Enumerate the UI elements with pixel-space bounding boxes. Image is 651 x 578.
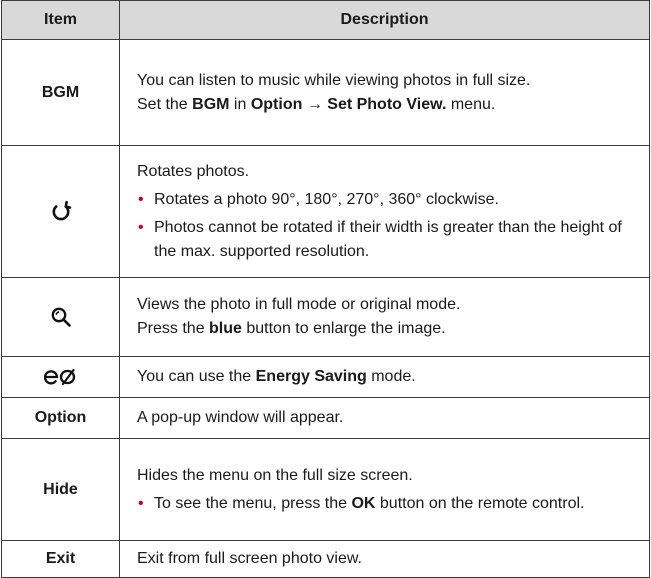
text: in — [229, 95, 251, 113]
text: You can use the — [137, 368, 256, 385]
item-cell-bgm: BGM — [1, 39, 120, 146]
description-line: Press the blue button to enlarge the ima… — [137, 317, 639, 341]
bold-text: blue — [209, 320, 242, 337]
item-cell-energy-saving — [1, 356, 120, 398]
description-cell-zoom: Views the photo in full mode or original… — [119, 277, 650, 357]
bold-text: Option — [250, 95, 303, 113]
description-cell-energy-saving: You can use the Energy Saving mode. — [119, 356, 650, 398]
bold-text: Set Photo View. — [327, 95, 447, 113]
table-row-rotate: Rotates photos. Rotates a photo 90°, 180… — [1, 145, 650, 278]
description-cell-rotate: Rotates photos. Rotates a photo 90°, 180… — [119, 145, 650, 278]
table-row-zoom: Views the photo in full mode or original… — [1, 277, 650, 357]
description-line: Rotates photos. — [137, 162, 250, 180]
description-line: A pop-up window will appear. — [137, 409, 344, 426]
table-row-bgm: BGM You can listen to music while viewin… — [1, 39, 650, 146]
rotate-icon — [52, 201, 71, 221]
bullet-item: Photos cannot be rotated if their width … — [137, 216, 639, 264]
bold-text: OK — [351, 494, 376, 512]
description-cell-exit: Exit from full screen photo view. — [119, 540, 650, 578]
text: mode. — [366, 368, 416, 385]
zoom-icon — [51, 307, 71, 327]
item-cell-rotate — [1, 145, 120, 278]
text: menu. — [446, 95, 496, 113]
table-header-row: Item Description — [1, 0, 650, 40]
description-cell-bgm: You can listen to music while viewing ph… — [119, 39, 650, 146]
bullet-item: To see the menu, press the OK button on … — [137, 492, 639, 516]
item-cell-zoom — [1, 277, 120, 357]
table-row-energy-saving: You can use the Energy Saving mode. — [1, 356, 650, 398]
description-line: Views the photo in full mode or original… — [137, 296, 461, 313]
description-line: Hides the menu on the full size screen. — [137, 466, 413, 484]
description-line: You can use the Energy Saving mode. — [137, 365, 639, 389]
description-line: Set the BGM in Option → Set Photo View. … — [137, 93, 639, 117]
item-cell-exit: Exit — [1, 540, 120, 578]
description-column-header: Description — [119, 0, 650, 40]
text: Set the — [137, 95, 193, 113]
description-cell-option: A pop-up window will appear. — [119, 397, 650, 439]
bold-text: Energy Saving — [255, 368, 367, 385]
text: Press the — [137, 320, 210, 337]
item-column-header: Item — [1, 0, 120, 40]
table-row-exit: Exit Exit from full screen photo view. — [1, 540, 650, 578]
bullet-item: Rotates a photo 90°, 180°, 270°, 360° cl… — [137, 188, 639, 212]
table-row-option: Option A pop-up window will appear. — [1, 397, 650, 439]
text: To see the menu, press the — [154, 494, 352, 512]
item-cell-hide: Hide — [1, 438, 120, 541]
text: button on the remote control. — [375, 494, 585, 512]
text: button to enlarge the image. — [241, 320, 446, 337]
item-cell-option: Option — [1, 397, 120, 439]
photo-view-options-table: Item Description BGM You can listen to m… — [1, 0, 650, 578]
table-row-hide: Hide Hides the menu on the full size scr… — [1, 438, 650, 541]
bold-text: BGM — [192, 95, 230, 113]
arrow-text: → — [302, 95, 328, 113]
description-line: You can listen to music while viewing ph… — [137, 71, 531, 89]
description-cell-hide: Hides the menu on the full size screen. … — [119, 438, 650, 541]
energy-saving-icon — [43, 368, 75, 385]
